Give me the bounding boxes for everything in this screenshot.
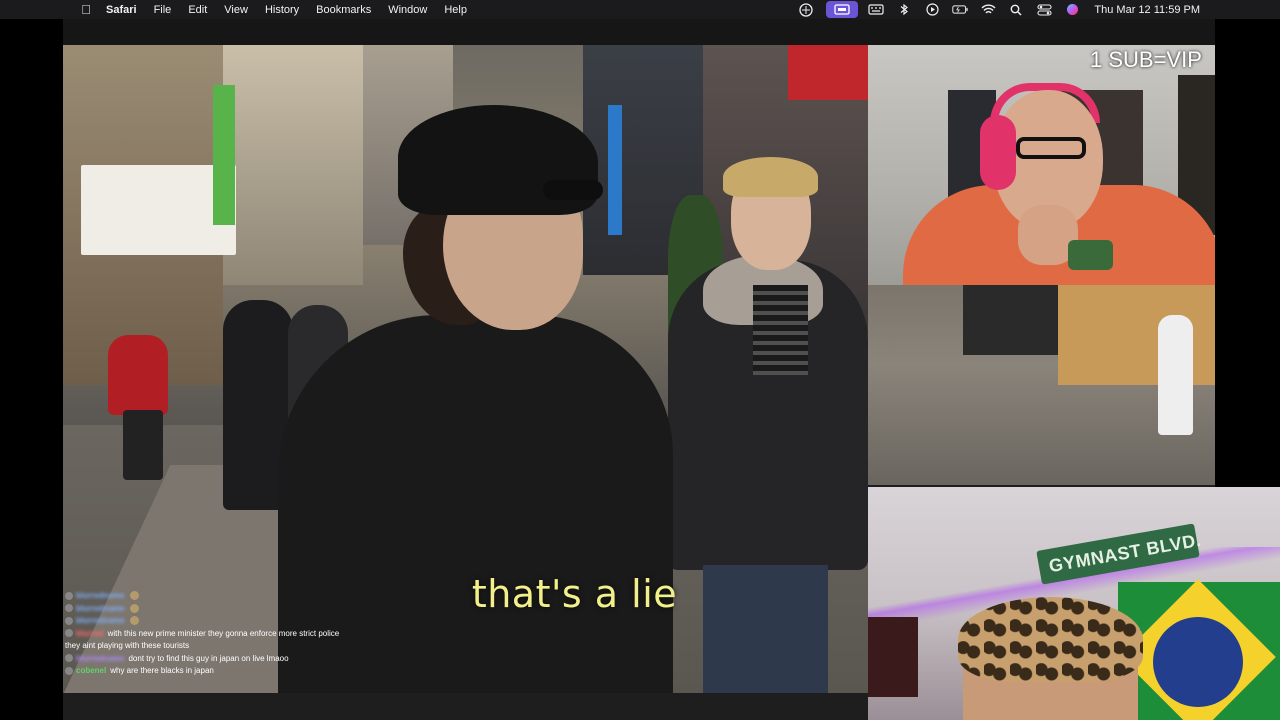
bluetooth-icon[interactable] — [896, 3, 912, 16]
pedestrian — [1158, 315, 1193, 435]
pedestrian — [123, 410, 163, 480]
menu-view[interactable]: View — [224, 4, 248, 16]
chat-badge-icon — [130, 591, 140, 601]
chat-user-icon — [65, 654, 73, 663]
wifi-icon[interactable] — [980, 4, 996, 16]
chat-message: cobenel why are there blacks in japan — [65, 665, 395, 678]
chat-username: blurredname — [76, 591, 125, 600]
chat-username: blurredname — [76, 653, 125, 663]
search-icon[interactable] — [1008, 4, 1024, 16]
shop-sign — [788, 45, 868, 100]
chat-text: with this new prime minister they gonna … — [107, 628, 340, 638]
chat-message: blurred with this new prime minister they… — [65, 628, 395, 641]
chat-message: blurredname — [65, 603, 395, 616]
chat-username: cobenel — [76, 666, 107, 675]
webcam-guest: GYMNAST BLVD. — [868, 487, 1280, 720]
chat-overlay: blurredname blurredname blurredname blur… — [65, 590, 395, 678]
chat-text: why are there blacks in japan — [110, 666, 214, 675]
menu-file[interactable]: File — [154, 4, 172, 16]
chat-user-icon — [65, 591, 73, 600]
chat-text: dont try to find this guy in japan on li… — [128, 653, 289, 663]
glasses — [1016, 137, 1086, 159]
building — [223, 45, 363, 285]
apple-icon[interactable]:  — [72, 2, 100, 17]
person-interviewee-hair — [723, 157, 818, 197]
chat-message: blurredname dont try to find this guy in … — [65, 653, 395, 666]
menu-help[interactable]: Help — [444, 4, 467, 16]
webcam-reactor — [868, 45, 1215, 285]
pedestrian — [108, 335, 168, 415]
shop-sign — [608, 105, 622, 235]
battery-icon[interactable] — [952, 4, 969, 16]
chat-user-icon — [65, 604, 73, 613]
chat-message: blurredname — [65, 590, 395, 603]
chat-user-icon — [65, 666, 73, 675]
overlay-sub-text: 1 SUB=VIP — [1090, 47, 1202, 72]
keyboard-icon[interactable] — [868, 4, 885, 16]
headphones-earcup — [980, 115, 1016, 190]
chat-message: blurredname — [65, 615, 395, 628]
window-bottom-strip — [63, 693, 868, 720]
window-top-strip — [63, 19, 1215, 45]
menu-window[interactable]: Window — [388, 4, 427, 16]
chat-username: blurredname — [76, 616, 125, 625]
vpn-icon[interactable] — [798, 2, 814, 17]
person-streamer-cap-brim — [543, 180, 603, 200]
shop-sign — [213, 85, 235, 225]
play-icon[interactable] — [924, 3, 940, 16]
chat-user-icon — [65, 629, 73, 638]
chat-user-icon — [65, 616, 73, 625]
poster — [868, 617, 918, 697]
person-interviewee-shirt — [753, 285, 808, 375]
control-center-icon[interactable] — [1036, 3, 1052, 16]
menu-app-safari[interactable]: Safari — [106, 4, 137, 16]
chat-username: blurredname — [76, 603, 125, 613]
chat-badge-icon — [130, 603, 140, 613]
menu-history[interactable]: History — [265, 4, 299, 16]
chat-text: they aint playing with these tourists — [65, 641, 190, 650]
chat-message: they aint playing with these tourists — [65, 640, 395, 653]
menu-clock[interactable]: Thu Mar 12 11:59 PM — [1094, 4, 1200, 16]
menu-bookmarks[interactable]: Bookmarks — [316, 4, 371, 16]
chat-username: blurred — [76, 628, 104, 638]
stream-video-secondary — [868, 285, 1215, 485]
menu-edit[interactable]: Edit — [188, 4, 207, 16]
storefront — [963, 285, 1058, 355]
status-area: Thu Mar 12 11:59 PM — [798, 0, 1280, 19]
flag-circle — [1153, 617, 1243, 707]
guest-bonnet — [958, 597, 1143, 682]
menu-bar:  Safari File Edit View History Bookmark… — [0, 0, 1280, 19]
screen-mirror-icon[interactable] — [826, 1, 859, 18]
wristband — [1068, 240, 1113, 270]
chat-badge-icon — [130, 616, 140, 626]
siri-icon[interactable] — [1064, 4, 1080, 16]
